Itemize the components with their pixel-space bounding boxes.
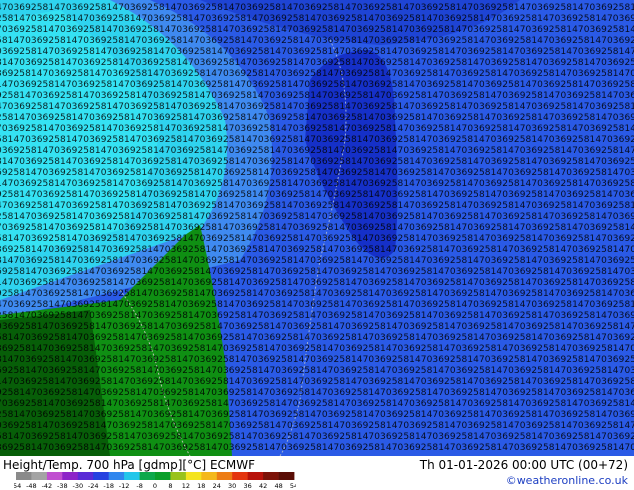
height-label-row: 5814703692581470369258147036925814703692… <box>0 36 634 46</box>
colorbar-tick-label: 8 <box>168 482 172 490</box>
height-label-row: 8147036925814703692581470369258147036925… <box>0 355 634 365</box>
height-label-row: 7036925814703692581470369258147036925814… <box>0 25 634 35</box>
colorbar-tick-label: 18 <box>197 482 205 490</box>
weather-map: 4703692581470369258147036925814703692581… <box>0 0 634 456</box>
colorbar-tick-label: 36 <box>244 482 252 490</box>
colorbar-segment <box>263 472 279 480</box>
height-label-row: 3692581470369258147036925814703692581470… <box>0 69 634 79</box>
colorbar-segment <box>16 472 32 480</box>
colorbar-segment <box>46 472 63 480</box>
height-label-row: 0369258147036925814703692581470369258147… <box>0 47 634 57</box>
colorbar-segment <box>77 472 94 480</box>
height-label-row: 4703692581470369258147036925814703692581… <box>0 300 634 310</box>
height-label-row: 2581470369258147036925814703692581470369… <box>0 212 634 222</box>
colorbar-tick-label: 54 <box>290 482 296 490</box>
valid-time: Th 01-01-2026 00:00 UTC (00+72) <box>419 458 628 472</box>
colorbar-segment <box>62 472 79 480</box>
height-label-row: 3692581470369258147036925814703692581470… <box>0 245 634 255</box>
colorbar-segment <box>247 472 264 480</box>
height-label-row: 8147036925814703692581470369258147036925… <box>0 256 634 266</box>
colorbar-segment <box>201 472 218 480</box>
colorbar: -54 -48 -42 -38 -30 -24 -18 -12 -8 0 8 12 18 24 30 36 42… <box>14 472 296 490</box>
height-label-row: 1470369258147036925814703692581470369258… <box>0 377 634 387</box>
chart-title: Height/Temp. 700 hPa [gdmp][°C] ECMWF <box>3 458 256 472</box>
height-label-row: 0369258147036925814703692581470369258147… <box>0 146 634 156</box>
height-label-row: 1470369258147036925814703692581470369258… <box>0 80 634 90</box>
colorbar-tick-label: 0 <box>153 482 157 490</box>
colorbar-segment <box>139 472 156 480</box>
height-label-row: 7036925814703692581470369258147036925814… <box>0 399 634 409</box>
height-label-row: 7036925814703692581470369258147036925814… <box>0 124 634 134</box>
colorbar-tick-label: -48 <box>26 482 37 490</box>
height-label-row: 8147036925814703692581470369258147036925… <box>0 58 634 68</box>
colorbar-segment <box>155 472 171 480</box>
height-label-row: 9258147036925814703692581470369258147036… <box>0 289 634 299</box>
height-label-row: 2581470369258147036925814703692581470369… <box>0 113 634 123</box>
height-label-row: 5814703692581470369258147036925814703692… <box>0 234 634 244</box>
colorbar-segment <box>93 472 109 480</box>
height-label-row: 5814703692581470369258147036925814703692… <box>0 135 634 145</box>
colorbar-tick-label: -42 <box>42 482 53 490</box>
height-label-row: 1470369258147036925814703692581470369258… <box>0 179 634 189</box>
height-label-row: 4703692581470369258147036925814703692581… <box>0 102 634 112</box>
colorbar-tick-label: -24 <box>88 482 99 490</box>
colorbar-tick-label: -12 <box>119 482 130 490</box>
colorbar-tick-label: 12 <box>182 482 190 490</box>
colorbar-segment <box>124 472 140 480</box>
height-label-row: 3692581470369258147036925814703692581470… <box>0 443 634 453</box>
colorbar-tick-label: -18 <box>103 482 114 490</box>
colorbar-tick-label: 42 <box>259 482 267 490</box>
colorbar-segment <box>232 472 248 480</box>
height-label-row: 0369258147036925814703692581470369258147… <box>0 421 634 431</box>
colorbar-tick-label: -30 <box>72 482 83 490</box>
height-label-row: 6925814703692581470369258147036925814703… <box>0 366 634 376</box>
height-label-row: 9258147036925814703692581470369258147036… <box>0 91 634 101</box>
colorbar-segment <box>278 472 295 480</box>
height-label-row: 2581470369258147036925814703692581470369… <box>0 14 634 24</box>
colorbar-segment <box>170 472 187 480</box>
height-label-row: 6925814703692581470369258147036925814703… <box>0 267 634 277</box>
colorbar-segment <box>31 472 48 480</box>
credit-link[interactable]: ©weatheronline.co.uk <box>506 474 628 487</box>
height-label-row: 4703692581470369258147036925814703692581… <box>0 3 634 13</box>
height-label-row: 3692581470369258147036925814703692581470… <box>0 344 634 354</box>
colorbar-tick-label: 48 <box>274 482 282 490</box>
colorbar-tick-label: 24 <box>213 482 221 490</box>
height-label-row: 1470369258147036925814703692581470369258… <box>0 278 634 288</box>
height-label-row: 7036925814703692581470369258147036925814… <box>0 223 634 233</box>
colorbar-tick-label: -8 <box>136 482 142 490</box>
colorbar-segment <box>185 472 202 480</box>
colorbar-tick-label: -54 <box>14 482 21 490</box>
height-label-row: 2581470369258147036925814703692581470369… <box>0 311 634 321</box>
height-label-row: 2581470369258147036925814703692581470369… <box>0 410 634 420</box>
height-label-row: 0369258147036925814703692581470369258147… <box>0 322 634 332</box>
colorbar-tick-label: -38 <box>57 482 68 490</box>
height-label-row: 8147036925814703692581470369258147036925… <box>0 157 634 167</box>
height-label-row: 4703692581470369258147036925814703692581… <box>0 201 634 211</box>
height-label-row: 5814703692581470369258147036925814703692… <box>0 333 634 343</box>
height-label-row: 9258147036925814703692581470369258147036… <box>0 190 634 200</box>
height-label-row: 5814703692581470369258147036925814703692… <box>0 432 634 442</box>
colorbar-segment <box>216 472 233 480</box>
height-label-row: 9258147036925814703692581470369258147036… <box>0 388 634 398</box>
height-label-row: 6925814703692581470369258147036925814703… <box>0 168 634 178</box>
height-labels: 4703692581470369258147036925814703692581… <box>0 3 634 453</box>
colorbar-segment <box>108 472 125 480</box>
colorbar-tick-label: 30 <box>228 482 236 490</box>
